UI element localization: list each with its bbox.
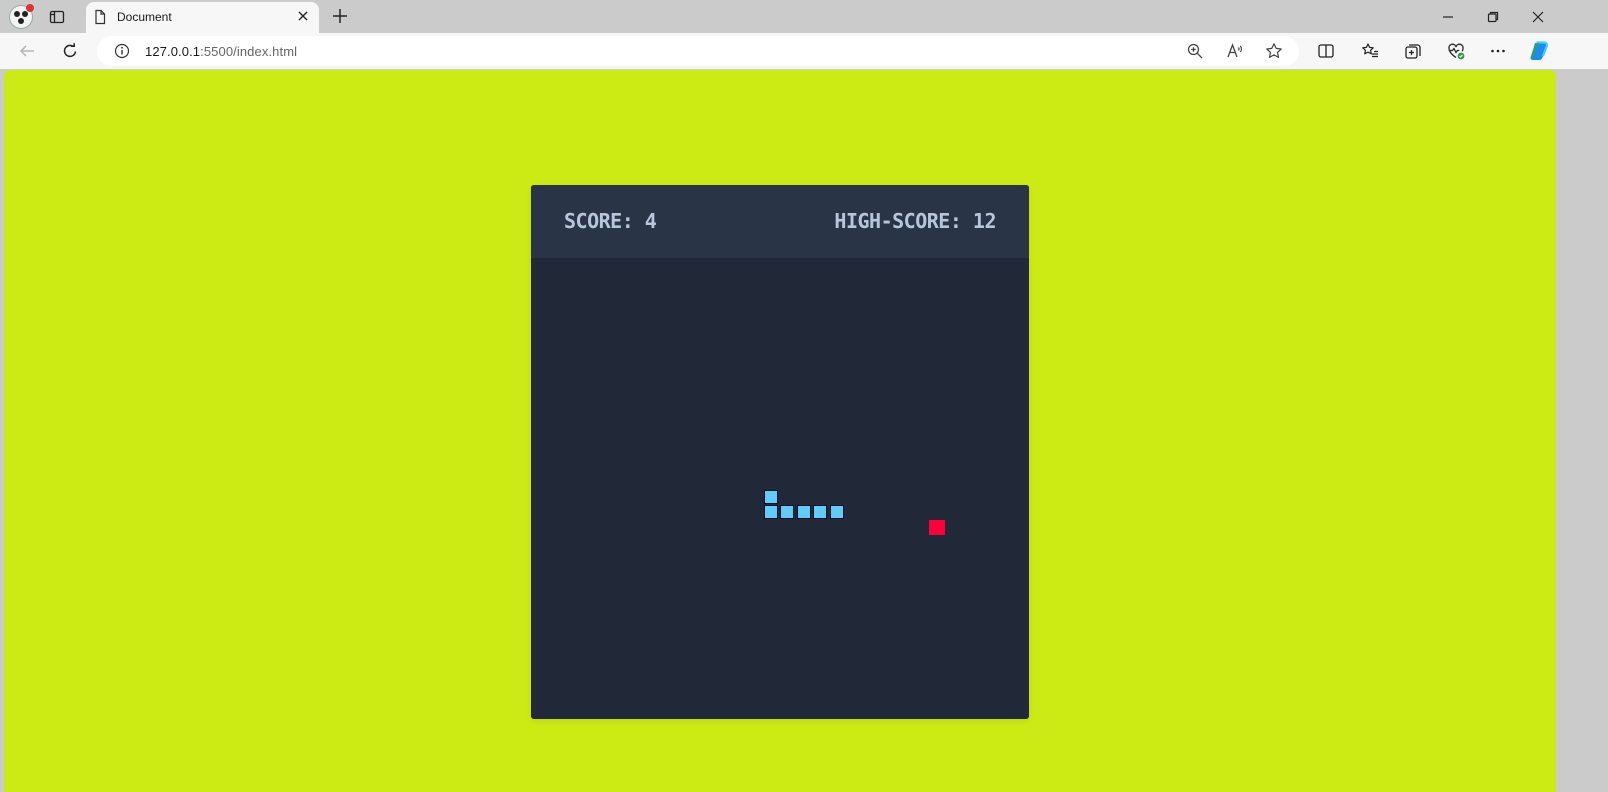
snake-segment bbox=[780, 505, 794, 519]
snake-segment bbox=[797, 505, 811, 519]
tab-actions-icon[interactable] bbox=[48, 8, 66, 26]
minimize-icon[interactable] bbox=[1439, 8, 1457, 26]
page-viewport: Score: 4 High-Score: 12 bbox=[4, 70, 1556, 792]
restore-icon[interactable] bbox=[1484, 8, 1502, 26]
tab-strip: Document bbox=[0, 0, 1608, 33]
collections-icon[interactable] bbox=[1404, 42, 1422, 60]
document-icon bbox=[92, 9, 108, 30]
read-aloud-icon[interactable] bbox=[1226, 42, 1244, 60]
info-icon[interactable] bbox=[114, 43, 130, 64]
plus-icon[interactable] bbox=[331, 7, 349, 30]
tab-document[interactable]: Document bbox=[86, 2, 319, 33]
food bbox=[929, 520, 945, 535]
snake-segment bbox=[813, 505, 827, 519]
split-screen-icon[interactable] bbox=[1317, 42, 1335, 60]
snake-segment bbox=[764, 505, 778, 519]
play-board[interactable] bbox=[531, 258, 1029, 719]
heart-pulse-icon[interactable] bbox=[1447, 42, 1465, 60]
game-details-header: Score: 4 High-Score: 12 bbox=[531, 185, 1029, 258]
snake-segment bbox=[830, 505, 844, 519]
more-icon[interactable] bbox=[1489, 42, 1507, 60]
back-arrow-icon[interactable] bbox=[18, 42, 36, 60]
close-window-icon[interactable] bbox=[1529, 8, 1547, 26]
favorites-list-icon[interactable] bbox=[1361, 42, 1379, 60]
copilot-icon[interactable] bbox=[1528, 40, 1550, 62]
url-path: :5500/index.html bbox=[200, 44, 298, 59]
score-text: Score: 4 bbox=[564, 209, 657, 233]
browser-toolbar: 127.0.0.1:5500/index.html bbox=[0, 33, 1608, 69]
zoom-icon[interactable] bbox=[1186, 42, 1204, 60]
url-text[interactable]: 127.0.0.1:5500/index.html bbox=[145, 44, 297, 59]
url-host: 127.0.0.1 bbox=[145, 44, 201, 59]
refresh-icon[interactable] bbox=[61, 42, 79, 60]
high-score-text: High-Score: 12 bbox=[834, 209, 996, 233]
close-icon[interactable] bbox=[296, 9, 310, 28]
star-icon[interactable] bbox=[1265, 42, 1283, 60]
address-bar[interactable]: 127.0.0.1:5500/index.html bbox=[97, 36, 1299, 66]
snake-head bbox=[764, 490, 778, 504]
tab-title: Document bbox=[117, 10, 172, 24]
snake-game: Score: 4 High-Score: 12 bbox=[531, 185, 1029, 719]
profile-avatar-icon[interactable] bbox=[9, 4, 34, 29]
